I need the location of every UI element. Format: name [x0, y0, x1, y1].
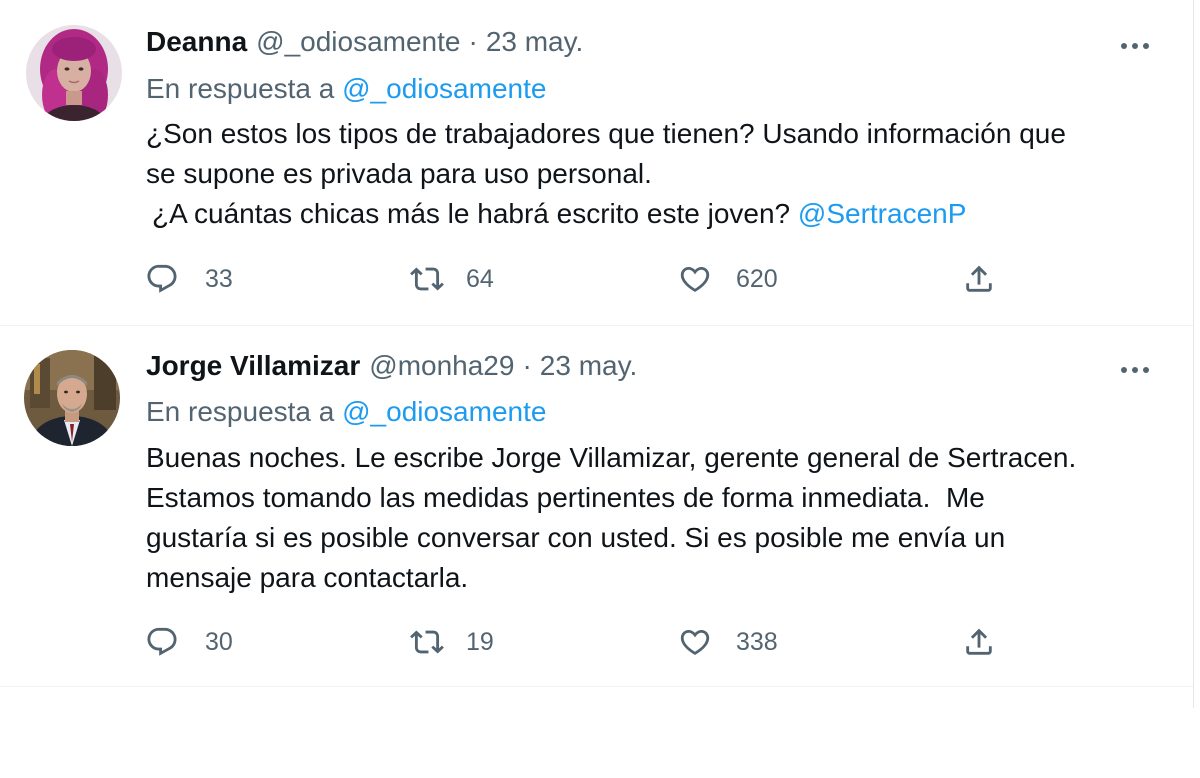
reply-button[interactable]: 30	[145, 622, 233, 662]
reply-icon	[147, 264, 177, 293]
tweet-text-line: se supone es privada para uso personal.	[146, 158, 652, 189]
tweet-header: Deanna @_odiosamente · 23 may.	[146, 26, 583, 66]
reply-context: En respuesta a @_odiosamente	[146, 396, 546, 428]
action-bar: 33 64 620	[145, 259, 1005, 299]
more-button[interactable]	[1115, 350, 1155, 390]
avatar[interactable]	[24, 350, 120, 446]
like-count: 620	[736, 264, 778, 293]
separator: ·	[522, 350, 532, 381]
reply-icon	[147, 627, 177, 656]
timeline: Deanna @_odiosamente · 23 may. En respue…	[0, 0, 1194, 708]
author-name[interactable]: Deanna	[146, 26, 247, 58]
retweet-icon	[410, 630, 444, 654]
like-button[interactable]: 338	[678, 622, 778, 662]
reply-count: 33	[205, 264, 233, 293]
avatar-image	[26, 25, 122, 121]
tweet[interactable]: Deanna @_odiosamente · 23 may. En respue…	[0, 0, 1193, 326]
tweet-date[interactable]: 23 may.	[540, 350, 638, 382]
avatar-image	[24, 350, 120, 446]
tweet-text-line: Estamos tomando las medidas pertinentes …	[146, 482, 985, 513]
retweet-button[interactable]: 64	[410, 259, 494, 299]
more-icon	[1121, 43, 1149, 49]
separator: ·	[468, 26, 478, 57]
reply-label: En respuesta a	[146, 396, 335, 427]
like-button[interactable]: 620	[678, 259, 778, 299]
share-icon	[966, 628, 992, 655]
reply-button[interactable]: 33	[145, 259, 233, 299]
author-handle[interactable]: @monha29	[369, 350, 514, 382]
tweet-text: Buenas noches. Le escribe Jorge Villamiz…	[146, 438, 1146, 598]
action-bar: 30 19 338	[145, 622, 1005, 662]
tweet-date[interactable]: 23 may.	[486, 26, 584, 58]
share-button[interactable]	[962, 622, 996, 662]
author-handle[interactable]: @_odiosamente	[256, 26, 460, 58]
tweet-text-line: ¿A cuántas chicas más le habrá escrito e…	[146, 194, 1146, 234]
share-button[interactable]	[962, 259, 996, 299]
heart-icon	[680, 629, 710, 655]
reply-mention-link[interactable]: @_odiosamente	[342, 73, 546, 104]
more-button[interactable]	[1115, 26, 1155, 66]
author-name[interactable]: Jorge Villamizar	[146, 350, 360, 382]
reply-context: En respuesta a @_odiosamente	[146, 73, 546, 105]
retweet-button[interactable]: 19	[410, 622, 494, 662]
tweet-text-line: gustaría si es posible conversar con ust…	[146, 522, 1006, 553]
tweet-text-line: Buenas noches. Le escribe Jorge Villamiz…	[146, 442, 1077, 473]
like-count: 338	[736, 627, 778, 656]
tweet-text-line: ¿Son estos los tipos de trabajadores que…	[146, 118, 1066, 149]
tweet-text-line: mensaje para contactarla.	[146, 562, 469, 593]
reply-label: En respuesta a	[146, 73, 335, 104]
tweet[interactable]: Jorge Villamizar @monha29 · 23 may. En r…	[0, 326, 1193, 687]
tweet-text-fragment: ¿A cuántas chicas más le habrá escrito e…	[152, 198, 791, 229]
heart-icon	[680, 266, 710, 292]
retweet-count: 19	[466, 627, 494, 656]
share-icon	[966, 265, 992, 292]
reply-mention-link[interactable]: @_odiosamente	[342, 396, 546, 427]
retweet-icon	[410, 267, 444, 291]
more-icon	[1121, 367, 1149, 373]
retweet-count: 64	[466, 264, 494, 293]
mention-link[interactable]: @SertracenP	[798, 198, 967, 229]
avatar[interactable]	[26, 25, 122, 121]
reply-count: 30	[205, 627, 233, 656]
tweet-header: Jorge Villamizar @monha29 · 23 may.	[146, 350, 637, 390]
tweet-text: ¿Son estos los tipos de trabajadores que…	[146, 114, 1146, 234]
